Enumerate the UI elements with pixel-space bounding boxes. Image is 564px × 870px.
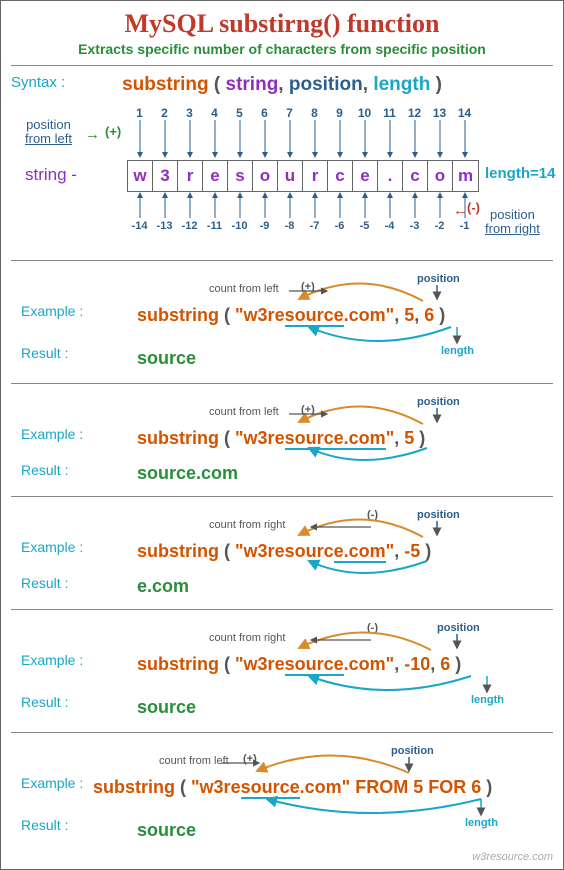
count-from-note: count from left	[159, 755, 229, 767]
result-value: source	[137, 348, 553, 369]
position-note: position	[437, 622, 480, 634]
result-value: source.com	[137, 463, 553, 484]
sign-note: (-)	[367, 622, 378, 634]
position-from-left-label: position from left	[25, 118, 72, 146]
position-from-right-label: position from right	[485, 208, 540, 236]
example-expression: substring ( "w3resource.com", -10, 6 )	[137, 654, 553, 675]
plus-sign: (+)	[105, 124, 121, 139]
minus-sign: (-)	[467, 200, 480, 215]
char-cell: e	[353, 161, 378, 191]
syntax-expression: substring ( string, position, length )	[11, 74, 553, 96]
example-label: Example :	[21, 775, 83, 791]
sign-note: (-)	[367, 509, 378, 521]
footer-credit: w3resource.com	[11, 851, 553, 863]
divider	[11, 496, 553, 497]
char-cell: .	[378, 161, 403, 191]
divider	[11, 260, 553, 261]
arrow-left-icon: ←	[453, 202, 468, 219]
divider	[11, 383, 553, 384]
position-note: position	[417, 273, 460, 285]
char-grid: w3resource.com	[127, 160, 479, 192]
top-arrows	[127, 120, 477, 161]
result-label: Result :	[21, 462, 68, 478]
result-label: Result :	[21, 817, 68, 833]
page: MySQL substirng() function Extracts spec…	[0, 0, 564, 870]
char-cell: s	[228, 161, 253, 191]
char-cell: w	[128, 161, 153, 191]
sign-note: (+)	[301, 281, 315, 293]
count-from-note: count from left	[209, 283, 279, 295]
bottom-index-row: -14-13-12-11-10-9-8-7-6-5-4-3-2-1	[127, 220, 477, 232]
position-note: position	[417, 396, 460, 408]
example-expression: substring ( "w3resource.com", -5 )	[137, 541, 553, 562]
arg-string: string	[226, 74, 279, 95]
divider	[11, 65, 553, 66]
string-label: string -	[25, 165, 77, 185]
example-block: Example : Result : count from left (+) posit…	[11, 392, 553, 488]
open-paren: (	[214, 74, 220, 95]
example-label: Example :	[21, 426, 83, 442]
char-cell: o	[428, 161, 453, 191]
example-block: Example : Result : count from left (+) posit…	[11, 269, 553, 375]
char-cell: m	[453, 161, 478, 191]
divider	[11, 609, 553, 610]
syntax-section: Syntax : substring ( string, position, l…	[11, 74, 553, 96]
string-diagram: position from left (+) → 123456789101112…	[11, 102, 553, 252]
char-cell: 3	[153, 161, 178, 191]
result-label: Result :	[21, 345, 68, 361]
char-cell: o	[253, 161, 278, 191]
example-block: Example : Result : count from right (-) posi…	[11, 505, 553, 601]
example-expression: substring ( "w3resource.com", 5, 6 )	[137, 305, 553, 326]
count-from-note: count from right	[209, 519, 285, 531]
example-block: Example : Result : count from left (+) posit…	[11, 741, 553, 847]
example-expression: substring ( "w3resource.com" FROM 5 FOR …	[93, 777, 553, 798]
char-cell: e	[203, 161, 228, 191]
arg-length: length	[373, 74, 430, 95]
char-cell: r	[303, 161, 328, 191]
top-index-row: 1234567891011121314	[127, 106, 477, 120]
position-note: position	[417, 509, 460, 521]
example-block: Example : Result : count from right (-) posi…	[11, 618, 553, 724]
example-label: Example :	[21, 303, 83, 319]
length-note: length	[465, 817, 498, 829]
length-note: length	[471, 694, 504, 706]
divider	[11, 732, 553, 733]
result-value: e.com	[137, 576, 553, 597]
syntax-label: Syntax :	[11, 74, 65, 91]
length-note: length	[441, 345, 474, 357]
example-label: Example :	[21, 539, 83, 555]
page-subtitle: Extracts specific number of characters f…	[11, 41, 553, 57]
result-label: Result :	[21, 694, 68, 710]
example-label: Example :	[21, 652, 83, 668]
sign-note: (+)	[301, 404, 315, 416]
count-from-note: count from right	[209, 632, 285, 644]
char-cell: c	[328, 161, 353, 191]
arrow-right-icon: →	[85, 126, 100, 143]
examples-container: Example : Result : count from left (+) posit…	[11, 269, 553, 847]
char-cell: c	[403, 161, 428, 191]
page-title: MySQL substirng() function	[11, 9, 553, 39]
close-paren: )	[436, 74, 442, 95]
char-cell: u	[278, 161, 303, 191]
arg-position: position	[289, 74, 363, 95]
fn-name: substring	[122, 74, 209, 95]
sign-note: (+)	[243, 753, 257, 765]
result-label: Result :	[21, 575, 68, 591]
length-label: length=14	[485, 165, 555, 182]
bottom-arrows	[127, 192, 477, 221]
example-expression: substring ( "w3resource.com", 5 )	[137, 428, 553, 449]
count-from-note: count from left	[209, 406, 279, 418]
char-cell: r	[178, 161, 203, 191]
position-note: position	[391, 745, 434, 757]
